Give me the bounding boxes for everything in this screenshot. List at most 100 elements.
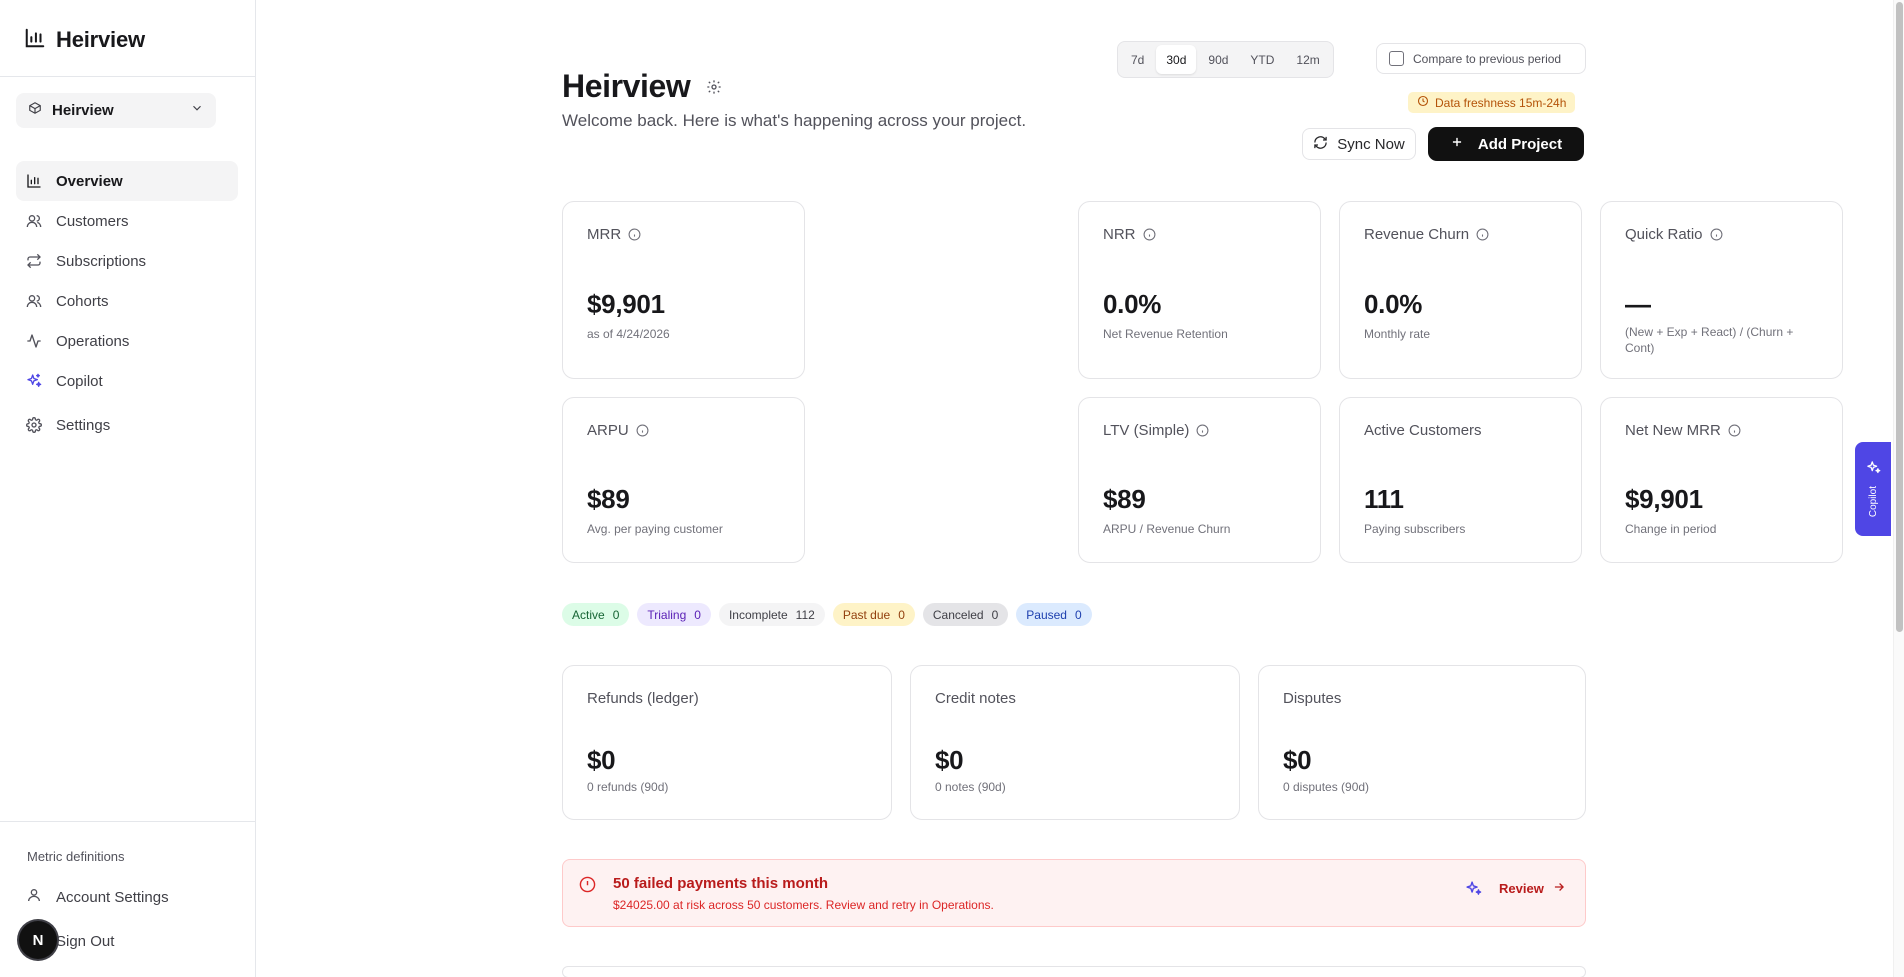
kpi-label: Revenue Churn bbox=[1364, 226, 1489, 243]
period-12m-button[interactable]: 12m bbox=[1286, 45, 1329, 74]
sidebar-item-label: Customers bbox=[56, 212, 129, 230]
status-badge-count: 0 bbox=[612, 607, 620, 622]
sidebar-item-label: Subscriptions bbox=[56, 252, 147, 270]
sidebar: Heirview Heirview Overview Customers Sub… bbox=[0, 0, 256, 977]
sidebar-item-subscriptions[interactable]: Subscriptions bbox=[16, 241, 238, 281]
project-selector[interactable]: Heirview bbox=[16, 93, 216, 128]
sidebar-item-overview[interactable]: Overview bbox=[16, 161, 238, 201]
sync-now-button[interactable]: Sync Now bbox=[1302, 128, 1416, 160]
kpi-label: Active Customers bbox=[1364, 422, 1482, 439]
compare-toggle[interactable]: Compare to previous period bbox=[1376, 43, 1586, 74]
brand-name: Heirview bbox=[56, 27, 145, 52]
sidebar-item-label: Overview bbox=[56, 172, 123, 190]
kpi-sub: Change in period bbox=[1625, 522, 1717, 536]
status-badge-count: 0 bbox=[898, 607, 905, 622]
kpi-label: LTV (Simple) bbox=[1103, 422, 1209, 439]
info-icon[interactable] bbox=[1710, 228, 1723, 241]
kpi-label-text: Net New MRR bbox=[1625, 422, 1721, 439]
activity-icon bbox=[26, 333, 42, 349]
kpi-card-revenue-churn: Revenue Churn 0.0% Monthly rate bbox=[1339, 201, 1582, 379]
metric-definitions-link[interactable]: Metric definitions bbox=[27, 849, 125, 864]
sidebar-nav: Overview Customers Subscriptions Cohorts… bbox=[16, 161, 238, 445]
kpi-label: Quick Ratio bbox=[1625, 226, 1723, 243]
status-badge-incomplete[interactable]: Incomplete 112 bbox=[718, 603, 825, 626]
card-value: $0 bbox=[587, 745, 616, 775]
add-project-button[interactable]: Add Project bbox=[1428, 127, 1584, 161]
period-90d-button[interactable]: 90d bbox=[1198, 45, 1238, 74]
gear-icon bbox=[26, 417, 42, 433]
kpi-label-text: Revenue Churn bbox=[1364, 226, 1470, 243]
status-badge-count: 0 bbox=[1074, 607, 1082, 622]
period-7d-button[interactable]: 7d bbox=[1121, 45, 1154, 74]
kpi-value: 0.0% bbox=[1103, 289, 1162, 319]
alert-circle-icon bbox=[579, 876, 596, 898]
info-icon[interactable] bbox=[1143, 228, 1156, 241]
compare-checkbox[interactable] bbox=[1389, 51, 1404, 66]
info-icon[interactable] bbox=[1728, 424, 1741, 437]
card-value: $0 bbox=[1283, 745, 1312, 775]
brand[interactable]: Heirview bbox=[24, 25, 145, 55]
sync-now-label: Sync Now bbox=[1337, 135, 1405, 153]
sidebar-item-copilot[interactable]: Copilot bbox=[16, 361, 238, 401]
scrollbar-thumb[interactable] bbox=[1896, 2, 1903, 632]
card-sub: 0 disputes (90d) bbox=[1283, 780, 1370, 794]
kpi-value: — bbox=[1625, 289, 1651, 319]
page-title: Heirview bbox=[562, 68, 691, 104]
subscription-status-badges: Active 0 Trialing 0 Incomplete 112 Past due… bbox=[562, 603, 1092, 626]
avatar[interactable]: N bbox=[19, 921, 57, 959]
period-30d-button[interactable]: 30d bbox=[1156, 45, 1197, 74]
kpi-label: ARPU bbox=[587, 422, 649, 439]
info-icon[interactable] bbox=[1476, 228, 1489, 241]
compare-label: Compare to previous period bbox=[1413, 51, 1562, 66]
sparkles-icon[interactable] bbox=[1465, 880, 1482, 902]
sidebar-item-operations[interactable]: Operations bbox=[16, 321, 238, 361]
status-badge-label: Past due bbox=[842, 607, 891, 622]
sidebar-item-label: Operations bbox=[56, 332, 130, 350]
divider bbox=[0, 76, 256, 77]
sidebar-item-label: Settings bbox=[56, 416, 111, 434]
kpi-label-text: NRR bbox=[1103, 226, 1136, 243]
status-badge-canceled[interactable]: Canceled 0 bbox=[922, 603, 1009, 626]
sidebar-item-customers[interactable]: Customers bbox=[16, 201, 238, 241]
kpi-card-active-customers: Active Customers 111 Paying subscribers bbox=[1339, 397, 1582, 563]
period-selector: 7d 30d 90d YTD 12m bbox=[1117, 41, 1334, 78]
info-icon[interactable] bbox=[636, 424, 649, 437]
failed-payments-alert: 50 failed payments this month $24025.00 … bbox=[562, 859, 1586, 927]
review-button[interactable]: Review bbox=[1499, 880, 1566, 897]
repeat-icon bbox=[26, 253, 42, 269]
status-badge-label: Paused bbox=[1026, 607, 1067, 622]
status-badge-past-due[interactable]: Past due 0 bbox=[832, 603, 915, 626]
card-label: Refunds (ledger) bbox=[587, 690, 699, 707]
info-icon[interactable] bbox=[628, 228, 641, 241]
copilot-floating-tab[interactable]: Copilot bbox=[1855, 442, 1891, 536]
add-project-label: Add Project bbox=[1477, 135, 1563, 153]
account-settings-link[interactable]: Account Settings bbox=[26, 885, 169, 909]
sparkles-icon bbox=[26, 373, 42, 389]
data-freshness-badge: Data freshness 15m-24h bbox=[1408, 92, 1576, 113]
sidebar-item-label: Copilot bbox=[56, 372, 103, 390]
status-badge-label: Canceled bbox=[932, 607, 984, 622]
period-ytd-button[interactable]: YTD bbox=[1240, 45, 1284, 74]
page-scrollbar[interactable] bbox=[1893, 0, 1904, 977]
review-label: Review bbox=[1499, 881, 1544, 896]
status-badge-trialing[interactable]: Trialing 0 bbox=[637, 603, 711, 626]
kpi-value: $89 bbox=[587, 484, 630, 514]
disputes-card: Disputes $0 0 disputes (90d) bbox=[1258, 665, 1586, 820]
status-badge-label: Incomplete bbox=[728, 607, 788, 622]
status-badge-paused[interactable]: Paused 0 bbox=[1016, 603, 1092, 626]
users-icon bbox=[26, 213, 42, 229]
sidebar-item-cohorts[interactable]: Cohorts bbox=[16, 281, 238, 321]
page-subtitle: Welcome back. Here is what's happening a… bbox=[562, 111, 1027, 130]
gear-icon[interactable] bbox=[706, 79, 722, 100]
kpi-sub: Monthly rate bbox=[1364, 327, 1431, 341]
sidebar-item-settings[interactable]: Settings bbox=[16, 405, 238, 445]
sidebar-item-label: Cohorts bbox=[56, 292, 109, 310]
kpi-label-text: MRR bbox=[587, 226, 622, 243]
kpi-value: $9,901 bbox=[1625, 484, 1703, 514]
plus-icon bbox=[1450, 135, 1464, 153]
box-icon bbox=[28, 101, 42, 120]
kpi-label-text: ARPU bbox=[587, 422, 629, 439]
kpi-value: $9,901 bbox=[587, 289, 665, 319]
status-badge-active[interactable]: Active 0 bbox=[562, 603, 630, 626]
info-icon[interactable] bbox=[1196, 424, 1209, 437]
